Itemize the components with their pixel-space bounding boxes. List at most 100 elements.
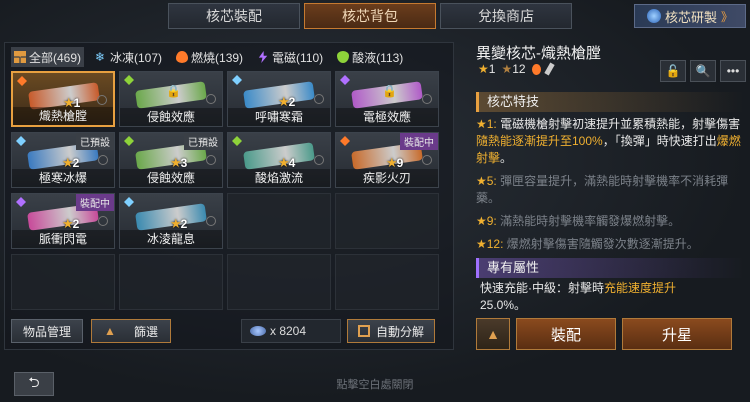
core-research-button[interactable]: 核芯研製 》: [634, 4, 746, 28]
filter-freeze[interactable]: ❄ 冰凍(107): [92, 47, 165, 67]
more-icon[interactable]: •••: [720, 60, 746, 82]
tab-exchange-shop[interactable]: 兌換商店: [440, 3, 572, 29]
core-card[interactable]: 4酸焰激流: [227, 132, 331, 188]
skill-text: 。: [500, 151, 513, 165]
core-skill-heading: 核芯特技: [476, 92, 744, 112]
status-badge: 已預設: [184, 133, 222, 150]
core-card[interactable]: 3已預設侵蝕效應: [119, 132, 223, 188]
lightning-icon: [258, 51, 268, 63]
inventory-panel: 全部(469) ❄ 冰凍(107) 燃燒(139) 電磁(110) 酸液(113…: [4, 42, 454, 350]
lock-icon: 🔒: [166, 84, 181, 98]
filter-electro-label: 電磁(110): [272, 50, 324, 65]
slot-icon: [97, 95, 107, 105]
empty-slot: [335, 193, 439, 249]
lock-icon: 🔒: [382, 84, 397, 98]
auto-decompose-button[interactable]: 自動分解: [347, 319, 435, 343]
status-badge: 裝配中: [76, 194, 114, 211]
status-badge: 已預設: [76, 133, 114, 150]
box-icon: [357, 325, 370, 337]
grid-icon: [14, 51, 26, 63]
element-icon: [124, 136, 134, 146]
card-name: 侵蝕效應: [120, 169, 222, 187]
element-icon: [232, 136, 242, 146]
card-name: 熾熱槍膛: [13, 107, 113, 125]
attribute-highlight: 充能速度提升: [604, 281, 677, 295]
bullet-icon: [543, 62, 555, 76]
detail-icon-bar: 🔓 🔍 •••: [660, 60, 746, 82]
core-card[interactable]: 2冰淩龍息: [119, 193, 223, 249]
core-research-label: 核芯研製: [664, 9, 717, 25]
star-up-button[interactable]: 升星: [622, 318, 732, 350]
filter-burn[interactable]: 燃燒(139): [173, 47, 246, 67]
element-icon: [124, 197, 134, 207]
core-detail-stats: 1 12: [478, 62, 555, 76]
top-tabs: 核芯裝配 核芯背包 兌換商店: [168, 3, 572, 29]
empty-slot: [11, 254, 115, 310]
tab-core-backpack[interactable]: 核芯背包: [304, 3, 436, 29]
triangle-up-icon: ▲: [104, 324, 116, 338]
skill-text: 彈匣容量提升，滿熱能時射擊機率不消耗彈藥。: [476, 174, 729, 205]
core-fragment-counter: x 8204: [241, 319, 341, 343]
core-card[interactable]: 🔒 侵蝕效應: [119, 71, 223, 127]
skill-star-label: ★5:: [476, 174, 501, 188]
acid-drop-icon: [337, 51, 350, 63]
core-backpack-window: 核芯裝配 核芯背包 兌換商店 核芯研製 》 全部(469) ❄ 冰凍(107) …: [0, 0, 750, 402]
unlock-icon[interactable]: 🔓: [660, 60, 686, 82]
inspect-icon[interactable]: 🔍: [690, 60, 716, 82]
filter-electro[interactable]: 電磁(110): [254, 47, 326, 67]
slot-icon: [206, 94, 216, 104]
element-icon: [232, 75, 242, 85]
flame-icon: [531, 63, 541, 75]
card-name: 酸焰激流: [228, 169, 330, 187]
slot-icon: [206, 216, 216, 226]
detail-actions: ▲ 裝配 升星: [476, 318, 732, 350]
double-chevron-right-icon: 》: [721, 9, 734, 24]
core-card[interactable]: 🔒 電極效應: [335, 71, 439, 127]
auto-decompose-label: 自動分解: [375, 324, 424, 339]
skill-star-9: ★9: 滿熱能時射擊機率觸發爆燃射擊。: [476, 213, 742, 230]
slot-icon: [422, 94, 432, 104]
core-card[interactable]: 2已預設極寒冰爆: [11, 132, 115, 188]
core-card-grid: 1熾熱槍膛🔒侵蝕效應2呼嘯寒霜🔒電極效應2已預設極寒冰爆3已預設侵蝕效應4酸焰激…: [11, 71, 439, 310]
card-name: 冰淩龍息: [120, 230, 222, 248]
item-manage-button[interactable]: 物品管理: [11, 319, 83, 343]
element-icon: [340, 75, 350, 85]
core-skill-list: ★1: 電磁機槍射擊初速提升並累積熱能，射擊傷害隨熱能逐漸提升至100%，「換彈…: [476, 116, 742, 259]
empty-slot: [227, 254, 331, 310]
attribute-value: 25.0%。: [480, 298, 527, 312]
equip-button[interactable]: 裝配: [516, 318, 616, 350]
skill-text: 電磁機槍射擊初速提升並累積熱能，射擊傷害: [500, 117, 741, 131]
element-filter-bar: 全部(469) ❄ 冰凍(107) 燃燒(139) 電磁(110) 酸液(113…: [11, 47, 406, 67]
slot-icon: [314, 155, 324, 165]
inventory-action-bar: 物品管理 ▲ 篩選 x 8204 自動分解: [11, 319, 447, 345]
triangle-up-icon: ▲: [486, 326, 500, 342]
filter-all-label: 全部(469): [29, 50, 82, 65]
core-card[interactable]: 2裝配中脈衝閃電: [11, 193, 115, 249]
core-card[interactable]: 1熾熱槍膛: [11, 71, 115, 127]
core-card[interactable]: 2呼嘯寒霜: [227, 71, 331, 127]
skill-text: 滿熱能時射擊機率觸發爆燃射擊。: [500, 214, 681, 228]
element-icon: [16, 136, 26, 146]
expand-button[interactable]: ▲: [476, 318, 510, 350]
skill-star-1: ★1: 電磁機槍射擊初速提升並累積熱能，射擊傷害隨熱能逐漸提升至100%，「換彈…: [476, 116, 742, 167]
slot-icon: [206, 155, 216, 165]
element-icon: [340, 136, 350, 146]
close-hint: 點擊空白處關閉: [336, 379, 414, 391]
skill-text: 爆燃射擊傷害隨觸發次數逐漸提升。: [506, 237, 699, 251]
skill-star-label: ★1:: [476, 117, 501, 131]
skill-text: ，「換彈」時快速打出: [602, 134, 717, 148]
snowflake-icon: ❄: [95, 50, 106, 64]
slot-icon: [422, 155, 432, 165]
card-name: 疾影火刃: [336, 169, 438, 187]
filter-all[interactable]: 全部(469): [11, 47, 85, 67]
core-card[interactable]: 9裝配中疾影火刃: [335, 132, 439, 188]
tab-core-assembly[interactable]: 核芯裝配: [168, 3, 300, 29]
skill-star-label: ★12:: [476, 237, 507, 251]
element-icon: [124, 75, 134, 85]
filter-button[interactable]: ▲ 篩選: [91, 319, 171, 343]
skill-star-label: ★9:: [476, 214, 501, 228]
element-icon: [17, 76, 27, 86]
attribute-text: 快速充能·中級：射擊時: [480, 281, 604, 295]
filter-acid[interactable]: 酸液(113): [334, 47, 406, 67]
exclusive-attribute-text: 快速充能·中級：射擊時充能速度提升 25.0%。: [480, 280, 742, 314]
